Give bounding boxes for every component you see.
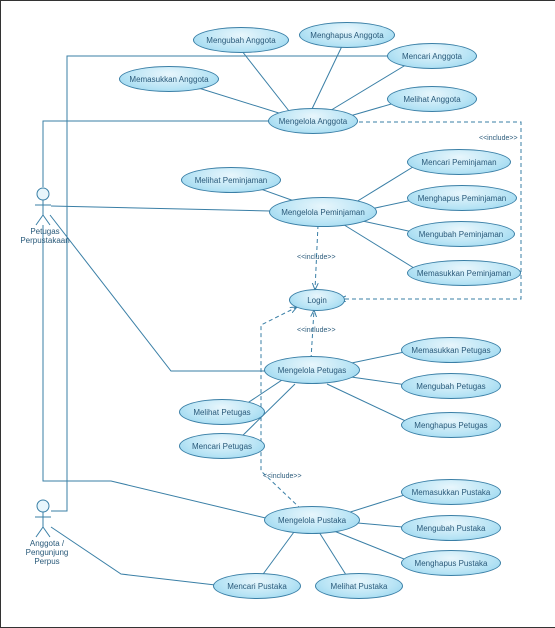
actor-petugas-label: Petugas Perpustakaan [9, 227, 81, 245]
uc-label: Mengubah Petugas [416, 382, 485, 391]
uc-label: Memasukkan Petugas [411, 346, 490, 355]
include-label: <<include>> [479, 135, 518, 142]
uc-menghapus-pustaka: Menghapus Pustaka [401, 550, 501, 576]
uc-label: Menghapus Pustaka [415, 559, 488, 568]
uc-label: Mengelola Petugas [278, 366, 347, 375]
uc-label: Melihat Petugas [193, 408, 250, 417]
include-label: <<include>> [297, 327, 336, 334]
uc-label: Menghapus Petugas [414, 421, 487, 430]
uc-label: Mencari Petugas [192, 442, 252, 451]
uc-mengubah-pustaka: Mengubah Pustaka [401, 515, 501, 541]
uc-melihat-petugas: Melihat Petugas [179, 399, 265, 425]
uc-label: Mencari Anggota [402, 52, 462, 61]
uc-melihat-anggota: Melihat Anggota [387, 86, 477, 112]
uc-label: Memasukkan Anggota [129, 75, 208, 84]
uc-mencari-peminjaman: Mencari Peminjaman [407, 149, 511, 175]
uc-menghapus-petugas: Menghapus Petugas [401, 412, 501, 438]
uc-memasukkan-peminjaman: Memasukkan Peminjaman [407, 260, 521, 286]
uc-mencari-pustaka: Mencari Pustaka [213, 573, 301, 599]
uc-label: Melihat Anggota [403, 95, 460, 104]
uc-label: Mencari Pustaka [227, 582, 287, 591]
diagram-canvas: Memasukkan Anggota Mengubah Anggota Meng… [0, 0, 555, 628]
uc-mengelola-peminjaman: Mengelola Peminjaman [269, 197, 377, 227]
uc-label: Mengubah Pustaka [417, 524, 486, 533]
uc-label: Menghapus Anggota [310, 31, 383, 40]
uc-label: Melihat Pustaka [331, 582, 388, 591]
uc-mengelola-pustaka: Mengelola Pustaka [264, 506, 360, 534]
uc-label: Mengubah Peminjaman [419, 230, 504, 239]
include-label: <<include>> [297, 254, 336, 261]
uc-mengelola-anggota: Mengelola Anggota [268, 108, 358, 134]
actor-anggota-label: Anggota / Pengunjung Perpus [9, 539, 85, 566]
uc-label: Mengubah Anggota [206, 36, 275, 45]
uc-label: Login [307, 296, 327, 305]
uc-menghapus-anggota: Menghapus Anggota [299, 22, 395, 48]
uc-label: Mengelola Pustaka [278, 516, 346, 525]
uc-memasukkan-anggota: Memasukkan Anggota [119, 66, 219, 92]
uc-melihat-peminjaman: Melihat Peminjaman [181, 167, 281, 193]
uc-mengubah-peminjaman: Mengubah Peminjaman [407, 221, 515, 247]
uc-mengelola-petugas: Mengelola Petugas [264, 356, 360, 384]
uc-mencari-anggota: Mencari Anggota [387, 43, 477, 69]
uc-login: Login [289, 289, 345, 311]
uc-memasukkan-pustaka: Memasukkan Pustaka [401, 479, 501, 505]
uc-label: Mencari Peminjaman [421, 158, 496, 167]
uc-label: Mengelola Anggota [279, 117, 348, 126]
uc-label: Menghapus Peminjaman [418, 194, 507, 203]
include-label: <<include>> [263, 473, 302, 480]
uc-label: Memasukkan Peminjaman [417, 269, 511, 278]
uc-mengubah-petugas: Mengubah Petugas [401, 373, 501, 399]
uc-mencari-petugas: Mencari Petugas [179, 433, 265, 459]
uc-label: Melihat Peminjaman [195, 176, 267, 185]
uc-memasukkan-petugas: Memasukkan Petugas [401, 337, 501, 363]
uc-melihat-pustaka: Melihat Pustaka [315, 573, 403, 599]
uc-label: Memasukkan Pustaka [412, 488, 491, 497]
uc-label: Mengelola Peminjaman [281, 208, 365, 217]
uc-menghapus-peminjaman: Menghapus Peminjaman [407, 185, 517, 211]
uc-mengubah-anggota: Mengubah Anggota [193, 27, 289, 53]
